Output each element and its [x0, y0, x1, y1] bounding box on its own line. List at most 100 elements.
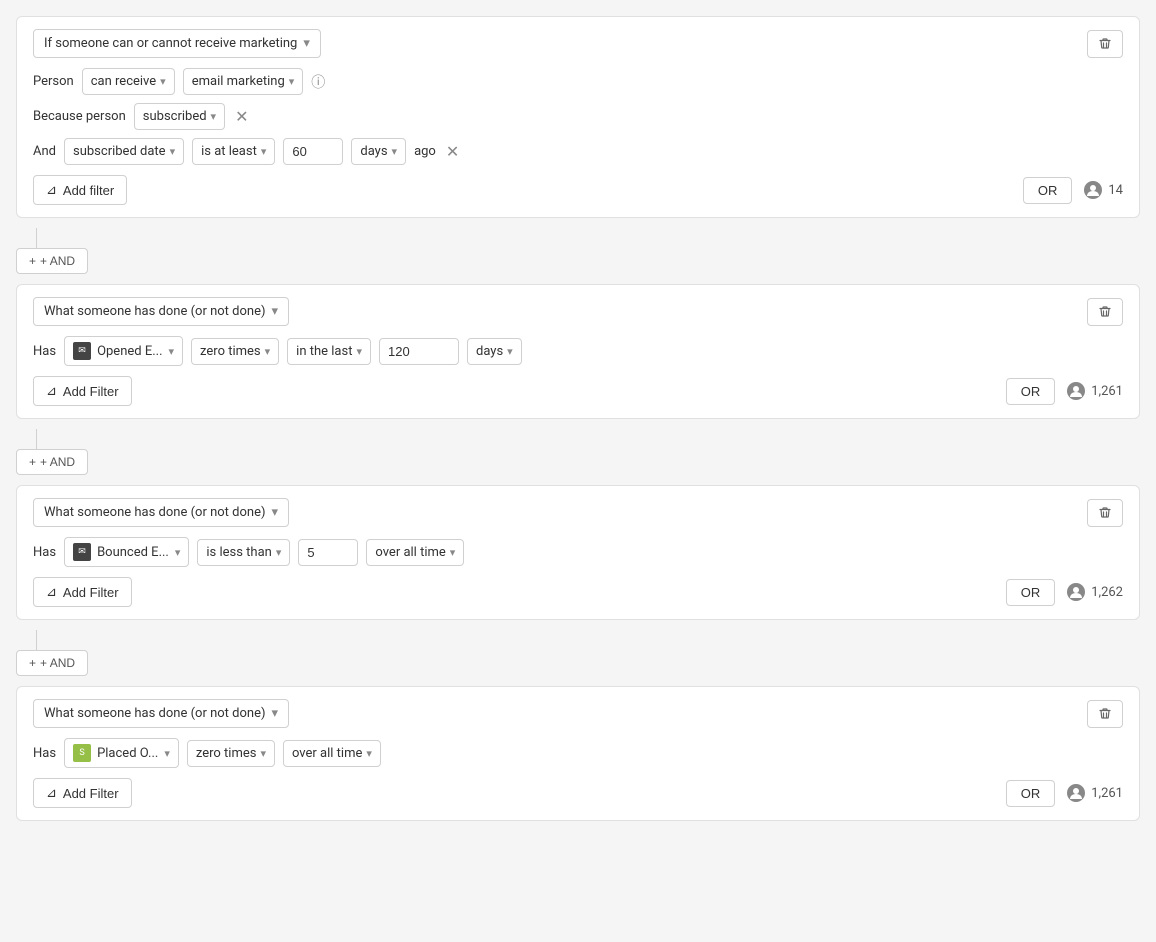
delete-button-4[interactable] — [1087, 700, 1123, 728]
condition-header-4: What someone has done (or not done) ▾ — [33, 699, 1123, 728]
and-connector-3: + + AND — [16, 630, 1140, 676]
event-time-label-3: over all time — [375, 545, 445, 560]
because-close-button[interactable]: ✕ — [233, 105, 250, 129]
can-receive-dropdown[interactable]: can receive ▾ — [82, 68, 175, 95]
add-filter-label-2: Add Filter — [63, 384, 119, 399]
event-dropdown-4[interactable]: S Placed O... ▾ — [64, 738, 179, 768]
event-operator-dropdown-3[interactable]: is less than ▾ — [197, 539, 290, 566]
event-unit-dropdown-2[interactable]: days ▾ — [467, 338, 522, 365]
condition-type-label-3: What someone has done (or not done) — [44, 505, 266, 520]
operator-dropdown[interactable]: is at least ▾ — [192, 138, 275, 165]
because-value-dropdown[interactable]: subscribed ▾ — [134, 103, 225, 130]
condition-block-4: What someone has done (or not done) ▾ Ha… — [16, 686, 1140, 821]
count-value-1: 14 — [1108, 183, 1123, 198]
and-button-label-2: + AND — [40, 455, 75, 469]
event-value-input-3[interactable] — [298, 539, 358, 566]
event-dropdown-2[interactable]: ✉ Opened E... ▾ — [64, 336, 183, 366]
delete-button-3[interactable] — [1087, 499, 1123, 527]
event-time-chevron-2: ▾ — [356, 345, 362, 358]
unit-label: days — [360, 144, 387, 159]
event-operator-chevron-4: ▾ — [260, 747, 266, 760]
add-filter-button-2[interactable]: ⊿ Add Filter — [33, 376, 132, 406]
delete-button-2[interactable] — [1087, 298, 1123, 326]
connector-line-3 — [36, 630, 37, 650]
channel-dropdown[interactable]: email marketing ▾ — [183, 68, 304, 95]
event-operator-label-2: zero times — [200, 344, 261, 359]
plus-icon-1: + — [29, 254, 36, 268]
condition-block-1: If someone can or cannot receive marketi… — [16, 16, 1140, 218]
operator-label: is at least — [201, 144, 257, 159]
event-chevron-3: ▾ — [175, 546, 181, 559]
unit-dropdown[interactable]: days ▾ — [351, 138, 406, 165]
add-filter-label-1: Add filter — [63, 183, 114, 198]
condition-block-3: What someone has done (or not done) ▾ Ha… — [16, 485, 1140, 620]
because-label: Because person — [33, 109, 126, 124]
add-filter-button-4[interactable]: ⊿ Add Filter — [33, 778, 132, 808]
because-value-label: subscribed — [143, 109, 207, 124]
delete-button-1[interactable] — [1087, 30, 1123, 58]
event-time-dropdown-4[interactable]: over all time ▾ — [283, 740, 381, 767]
event-operator-dropdown-2[interactable]: zero times ▾ — [191, 338, 279, 365]
condition-type-dropdown-2[interactable]: What someone has done (or not done) ▾ — [33, 297, 289, 326]
channel-chevron: ▾ — [289, 75, 295, 88]
and-button-1[interactable]: + + AND — [16, 248, 88, 274]
plus-icon-3: + — [29, 656, 36, 670]
or-button-2[interactable]: OR — [1006, 378, 1056, 405]
event-icon-3: ✉ — [73, 543, 91, 561]
event-operator-label-3: is less than — [206, 545, 271, 560]
unit-chevron: ▾ — [392, 145, 398, 158]
add-filter-label-3: Add Filter — [63, 585, 119, 600]
condition-type-label-2: What someone has done (or not done) — [44, 304, 266, 319]
event-dropdown-3[interactable]: ✉ Bounced E... ▾ — [64, 537, 189, 567]
condition-header-2: What someone has done (or not done) ▾ — [33, 297, 1123, 326]
condition-type-label-4: What someone has done (or not done) — [44, 706, 266, 721]
chevron-icon-4: ▾ — [272, 706, 279, 721]
condition-type-dropdown-1[interactable]: If someone can or cannot receive marketi… — [33, 29, 321, 58]
condition-footer-4: ⊿ Add Filter OR 1,261 — [33, 778, 1123, 808]
event-name-3: Bounced E... — [97, 545, 169, 560]
event-time-chevron-3: ▾ — [450, 546, 456, 559]
has-row-4: Has S Placed O... ▾ zero times ▾ over al… — [33, 738, 1123, 768]
person-count-icon-4 — [1067, 784, 1085, 802]
or-button-4[interactable]: OR — [1006, 780, 1056, 807]
or-button-3[interactable]: OR — [1006, 579, 1056, 606]
filter-icon-1: ⊿ — [46, 182, 57, 198]
and-row: And subscribed date ▾ is at least ▾ 60 d… — [33, 138, 1123, 165]
connector-line-2 — [36, 429, 37, 449]
has-row-2: Has ✉ Opened E... ▾ zero times ▾ in the … — [33, 336, 1123, 366]
ago-label: ago — [414, 144, 436, 159]
channel-label: email marketing — [192, 74, 285, 89]
shopify-icon-4: S — [73, 744, 91, 762]
subscribed-date-dropdown[interactable]: subscribed date ▾ — [64, 138, 184, 165]
value-input[interactable]: 60 — [283, 138, 343, 165]
has-label-2: Has — [33, 344, 56, 359]
trash-icon-2 — [1098, 305, 1112, 319]
operator-chevron: ▾ — [261, 145, 267, 158]
and-button-3[interactable]: + + AND — [16, 650, 88, 676]
and-button-label-3: + AND — [40, 656, 75, 670]
filter-icon-3: ⊿ — [46, 584, 57, 600]
count-value-3: 1,262 — [1091, 585, 1123, 600]
add-filter-button-1[interactable]: ⊿ Add filter — [33, 175, 127, 205]
chevron-icon-1: ▾ — [303, 36, 310, 51]
event-operator-dropdown-4[interactable]: zero times ▾ — [187, 740, 275, 767]
event-unit-chevron-2: ▾ — [507, 345, 513, 358]
and-close-button[interactable]: ✕ — [444, 140, 461, 164]
and-connector-2: + + AND — [16, 429, 1140, 475]
condition-type-dropdown-3[interactable]: What someone has done (or not done) ▾ — [33, 498, 289, 527]
event-time-dropdown-2[interactable]: in the last ▾ — [287, 338, 371, 365]
subscribed-date-label: subscribed date — [73, 144, 166, 159]
connector-line-1 — [36, 228, 37, 248]
event-time-dropdown-3[interactable]: over all time ▾ — [366, 539, 464, 566]
add-filter-label-4: Add Filter — [63, 786, 119, 801]
event-value-input-2[interactable] — [379, 338, 459, 365]
person-row: Person can receive ▾ email marketing ▾ ⓘ — [33, 68, 1123, 95]
condition-type-dropdown-4[interactable]: What someone has done (or not done) ▾ — [33, 699, 289, 728]
or-button-1[interactable]: OR — [1023, 177, 1073, 204]
has-row-3: Has ✉ Bounced E... ▾ is less than ▾ over… — [33, 537, 1123, 567]
and-button-2[interactable]: + + AND — [16, 449, 88, 475]
info-button[interactable]: ⓘ — [311, 72, 325, 92]
condition-footer-2: ⊿ Add Filter OR 1,261 — [33, 376, 1123, 406]
has-label-3: Has — [33, 545, 56, 560]
add-filter-button-3[interactable]: ⊿ Add Filter — [33, 577, 132, 607]
